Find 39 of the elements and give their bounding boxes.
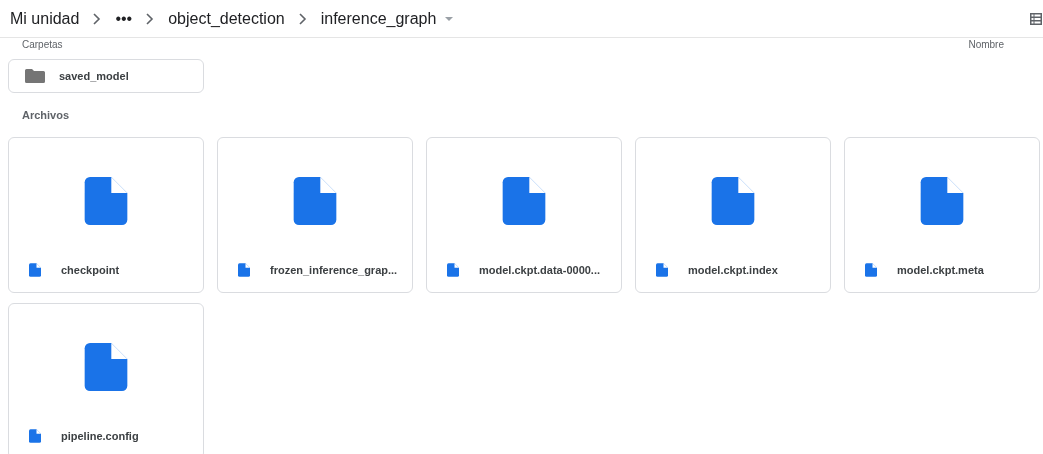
document-icon (29, 429, 41, 443)
document-icon (447, 263, 459, 277)
document-icon (82, 343, 130, 391)
chevron-icon (298, 12, 307, 25)
document-icon (82, 177, 130, 225)
file-name: model.ckpt.index (688, 264, 778, 276)
list-view-icon[interactable] (1030, 12, 1042, 25)
file-name: model.ckpt.data-0000... (479, 264, 601, 276)
sort-button[interactable]: Nombre (968, 39, 1004, 50)
folder-icon (25, 69, 45, 83)
file-name: pipeline.config (61, 430, 139, 442)
document-icon (238, 263, 250, 277)
file-name: model.ckpt.meta (897, 264, 984, 276)
file-card[interactable]: frozen_inference_grap... (217, 137, 413, 293)
file-name: frozen_inference_grap... (270, 264, 398, 276)
file-card[interactable]: model.ckpt.meta (844, 137, 1040, 293)
folder-name: saved_model (59, 70, 129, 82)
file-card[interactable]: model.ckpt.index (635, 137, 831, 293)
document-icon (918, 177, 966, 225)
breadcrumb-link[interactable]: ••• (115, 9, 133, 28)
section-heading: Carpetas (21, 39, 63, 50)
folder-card[interactable]: saved_model (8, 59, 204, 93)
file-card[interactable]: model.ckpt.data-0000... (426, 137, 622, 293)
chevron-icon (93, 12, 102, 25)
section-heading: Archivos (21, 109, 71, 121)
document-icon (656, 263, 668, 277)
document-icon (291, 177, 339, 225)
document-icon (29, 263, 41, 277)
caret-icon[interactable] (444, 15, 455, 22)
file-card[interactable]: pipeline.config (8, 303, 204, 454)
document-icon (865, 263, 877, 277)
breadcrumb-link[interactable]: object_detection (168, 9, 285, 28)
document-icon (500, 177, 548, 225)
breadcrumb-link[interactable]: Mi unidad (10, 9, 80, 28)
file-name: checkpoint (61, 264, 120, 276)
document-icon (709, 177, 757, 225)
chevron-icon (146, 12, 155, 25)
file-card[interactable]: checkpoint (8, 137, 204, 293)
breadcrumb-current[interactable]: inference_graph (320, 9, 437, 28)
